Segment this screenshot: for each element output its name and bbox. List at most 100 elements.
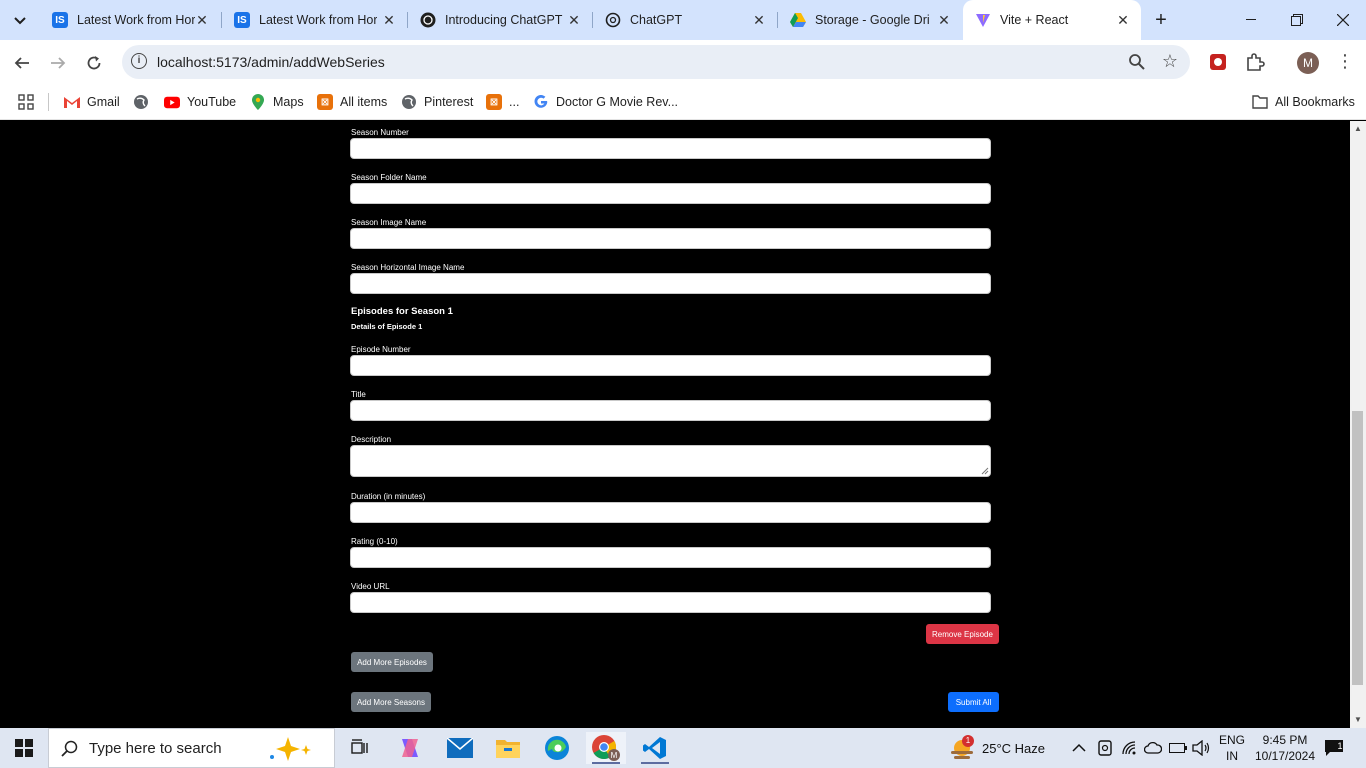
description-textarea[interactable]: [350, 445, 991, 477]
tray-battery[interactable]: [1169, 728, 1187, 768]
bookmark-globe[interactable]: [133, 92, 156, 112]
task-view-button[interactable]: [340, 732, 380, 764]
reload-button[interactable]: [80, 49, 108, 77]
notifications-button[interactable]: 1: [1324, 728, 1344, 768]
apps-grid-button[interactable]: [18, 92, 34, 112]
bookmark-youtube[interactable]: YouTube: [164, 92, 236, 112]
video-url-input[interactable]: [350, 592, 991, 613]
scrollbar-thumb[interactable]: [1352, 411, 1363, 685]
taskbar-file-explorer[interactable]: [488, 732, 528, 764]
season-number-label: Season Number: [351, 128, 409, 137]
submit-all-button[interactable]: Submit All: [948, 692, 999, 712]
show-hidden-icons-button[interactable]: [1072, 728, 1086, 768]
tab-6-active[interactable]: Vite + React ✕: [963, 0, 1141, 40]
tray-meet-now[interactable]: [1098, 728, 1112, 768]
wifi-icon: [1122, 741, 1136, 755]
close-icon[interactable]: ✕: [381, 12, 397, 28]
add-more-seasons-button[interactable]: Add More Seasons: [351, 692, 431, 712]
season-number-input[interactable]: [350, 138, 991, 159]
new-tab-button[interactable]: +: [1150, 9, 1172, 31]
edge-icon: [545, 736, 569, 760]
close-icon[interactable]: ✕: [1115, 12, 1131, 28]
bookmark-gmail[interactable]: Gmail: [64, 92, 120, 112]
episode-number-label: Episode Number: [351, 345, 411, 354]
episodes-heading: Episodes for Season 1: [351, 306, 453, 317]
close-icon[interactable]: ✕: [566, 12, 582, 28]
season-folder-label: Season Folder Name: [351, 173, 427, 182]
is-icon: IS: [52, 12, 68, 28]
menu-kebab-icon[interactable]: ⋮: [1336, 51, 1354, 73]
bookmark-doctor-g[interactable]: Doctor G Movie Rev...: [533, 92, 678, 112]
close-window-button[interactable]: [1320, 0, 1366, 40]
duration-input[interactable]: [350, 502, 991, 523]
tab-5[interactable]: Storage - Google Dri ✕: [778, 0, 962, 40]
date-text: 10/17/2024: [1254, 749, 1316, 763]
time-text: 9:45 PM: [1262, 733, 1308, 747]
close-icon[interactable]: ✕: [194, 12, 210, 28]
remove-episode-button[interactable]: Remove Episode: [926, 624, 999, 644]
weather-widget[interactable]: 1 25°C Haze: [948, 728, 1045, 768]
season-image-input[interactable]: [350, 228, 991, 249]
tray-volume[interactable]: [1192, 728, 1210, 768]
video-url-label: Video URL: [351, 582, 390, 591]
tab-1[interactable]: IS Latest Work from Hor ✕: [40, 0, 220, 40]
taskbar-edge[interactable]: [537, 732, 577, 764]
rating-label: Rating (0-10): [351, 537, 398, 546]
forward-button[interactable]: [44, 49, 72, 77]
bookmark-all-items[interactable]: ⊠ All items: [317, 92, 387, 112]
bookmark-xampp[interactable]: ⊠ ...: [486, 92, 519, 112]
season-horizontal-image-input[interactable]: [350, 273, 991, 294]
tab-title: Vite + React: [1000, 13, 1069, 27]
rating-input[interactable]: [350, 547, 991, 568]
tray-network[interactable]: [1122, 728, 1138, 768]
all-bookmarks[interactable]: All Bookmarks: [1252, 92, 1355, 112]
tray-onedrive[interactable]: [1144, 728, 1162, 768]
sparkle-icon: [270, 737, 311, 761]
taskbar-vscode[interactable]: [635, 732, 675, 764]
start-button[interactable]: [4, 732, 44, 764]
tab-search-button[interactable]: [6, 7, 34, 35]
profile-avatar[interactable]: M: [1297, 52, 1319, 74]
scroll-down-arrow-icon[interactable]: ▼: [1350, 712, 1366, 728]
mail-icon: [447, 738, 473, 758]
scroll-up-arrow-icon[interactable]: ▲: [1350, 121, 1366, 137]
windows-taskbar: Type here to search M 1 25°C Haze ENG IN…: [0, 728, 1366, 768]
add-more-episodes-button[interactable]: Add More Episodes: [351, 652, 433, 672]
extensions-puzzle-icon[interactable]: [1245, 52, 1265, 72]
battery-icon: [1169, 743, 1187, 753]
bookmark-pinterest[interactable]: Pinterest: [401, 92, 473, 112]
info-icon[interactable]: i: [131, 53, 147, 69]
episode-number-input[interactable]: [350, 355, 991, 376]
taskbar-search[interactable]: Type here to search: [48, 728, 335, 768]
minimize-button[interactable]: [1228, 0, 1274, 40]
season-folder-input[interactable]: [350, 183, 991, 204]
windows-logo-icon: [15, 739, 33, 757]
task-view-icon: [351, 739, 368, 754]
close-icon[interactable]: ✕: [751, 12, 767, 28]
resize-grip-icon[interactable]: [981, 467, 989, 475]
clock[interactable]: 9:45 PM 10/17/2024: [1250, 728, 1320, 768]
title-input[interactable]: [350, 400, 991, 421]
url-text[interactable]: localhost:5173/admin/addWebSeries: [157, 54, 385, 70]
extension-red-icon[interactable]: [1208, 52, 1228, 72]
tab-title: Latest Work from Hor: [77, 13, 195, 27]
taskbar-chrome[interactable]: M: [586, 732, 626, 764]
arrow-right-icon: [51, 57, 66, 69]
taskbar-mail[interactable]: [440, 732, 480, 764]
back-button[interactable]: [8, 49, 36, 77]
tab-2[interactable]: IS Latest Work from Hor ✕: [222, 0, 407, 40]
close-icon: [1337, 14, 1349, 26]
restore-button[interactable]: [1274, 0, 1320, 40]
tab-3[interactable]: Introducing ChatGPT ✕: [408, 0, 592, 40]
vscode-icon: [643, 737, 666, 759]
browser-toolbar: i localhost:5173/admin/addWebSeries ☆ M …: [0, 40, 1366, 85]
zoom-icon[interactable]: [1128, 53, 1146, 71]
address-bar[interactable]: i localhost:5173/admin/addWebSeries ☆: [122, 45, 1190, 79]
bookmark-star-icon[interactable]: ☆: [1162, 51, 1178, 72]
taskbar-copilot[interactable]: [390, 732, 430, 764]
language-indicator[interactable]: ENG IN: [1219, 728, 1245, 768]
tab-4[interactable]: ChatGPT ✕: [593, 0, 777, 40]
google-drive-icon: [790, 12, 806, 28]
bookmark-maps[interactable]: Maps: [250, 92, 304, 112]
close-icon[interactable]: ✕: [936, 12, 952, 28]
